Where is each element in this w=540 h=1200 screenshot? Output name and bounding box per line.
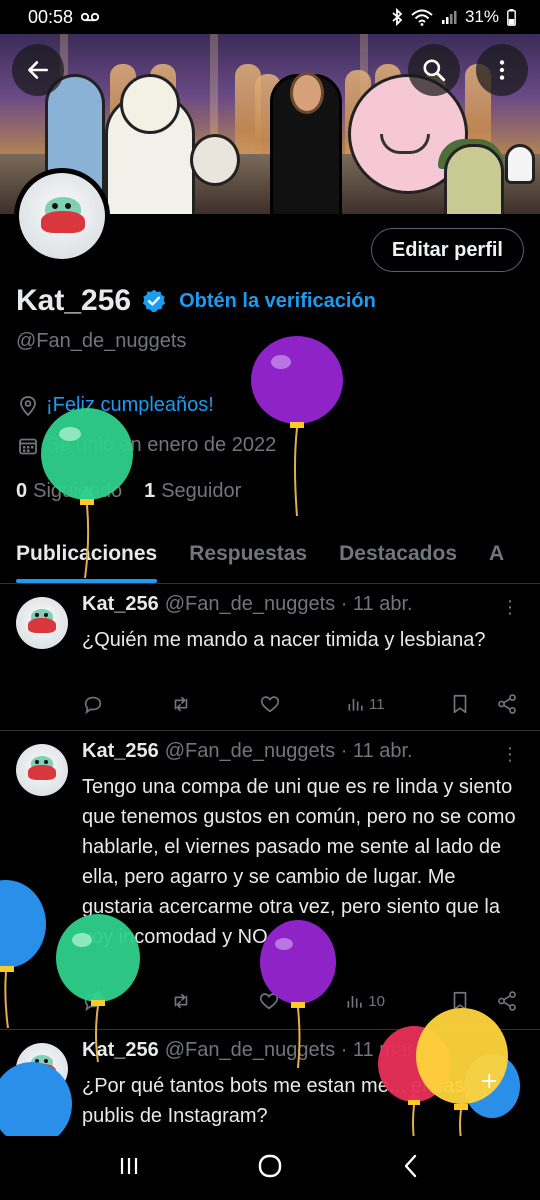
views-count: 10 (368, 992, 385, 1010)
voicemail-icon (81, 12, 100, 22)
tweet-3[interactable]: Kat_256 @Fan_de_nuggets · 11 mar. ¿Por qu… (0, 1031, 540, 1141)
search-icon (423, 59, 446, 82)
tweet-header: Kat_256 @Fan_de_nuggets · 11 abr. (82, 593, 413, 616)
status-time: 00:58 (28, 6, 74, 27)
views-chart-icon (348, 699, 363, 711)
battery-icon (507, 8, 516, 26)
tweet-author-name[interactable]: Kat_256 (82, 593, 159, 615)
signal-icon (441, 11, 457, 24)
recent-apps-button[interactable] (117, 1154, 141, 1183)
tweet-author-name[interactable]: Kat_256 (82, 740, 159, 762)
reply-button[interactable] (82, 693, 104, 715)
reply-icon (84, 993, 102, 1012)
repost-icon (175, 696, 188, 712)
joined-text: Se unió en enero de 2022 (46, 434, 277, 456)
like-button[interactable] (258, 990, 280, 1012)
share-icon (498, 694, 516, 714)
reply-icon (84, 696, 102, 715)
tab-posts[interactable]: Publicaciones (0, 528, 173, 583)
profile-tabs: Publicaciones Respuestas Destacados A (0, 528, 540, 584)
purple-balloon-icon (251, 336, 343, 517)
wifi-icon (411, 9, 433, 26)
edit-profile-button[interactable]: Editar perfil (370, 228, 524, 272)
status-bar: 00:58 31% (0, 0, 540, 34)
battery-percent: 31% (464, 7, 499, 26)
following-link[interactable]: 0 Siguiendo (16, 480, 122, 503)
repost-button[interactable] (169, 693, 193, 715)
tweet-actions: 10 (82, 990, 518, 1012)
profile-avatar[interactable] (14, 168, 110, 264)
follow-stats: 0 Siguiendo 1 Seguidor (16, 480, 241, 503)
bookmark-icon (453, 991, 467, 1011)
reply-button[interactable] (82, 990, 104, 1012)
tweet-2[interactable]: Kat_256 @Fan_de_nuggets · 11 abr. ⋮ Tengo… (0, 732, 540, 1030)
search-button[interactable] (408, 44, 460, 96)
chevron-left-icon (404, 1154, 416, 1177)
tweet-author-name[interactable]: Kat_256 (82, 1039, 159, 1061)
display-name: Kat_256 (16, 284, 132, 317)
repost-icon (174, 993, 188, 1009)
tweet-header: Kat_256 @Fan_de_nuggets · 11 abr. (82, 740, 413, 763)
tab-highlights[interactable]: Destacados (323, 528, 473, 583)
views-chart-icon (347, 996, 362, 1008)
share-button[interactable] (496, 693, 518, 715)
share-icon (498, 991, 516, 1011)
views-button[interactable]: 11 (346, 694, 385, 714)
back-button[interactable] (12, 44, 64, 96)
home-button[interactable] (256, 1152, 284, 1185)
tab-articles[interactable]: A (473, 528, 520, 583)
tab-replies[interactable]: Respuestas (173, 528, 323, 583)
tweet-actions-right (450, 990, 518, 1012)
tweet-handle-date: @Fan_de_nuggets · 11 abr. (164, 740, 413, 762)
arrow-left-icon (28, 61, 48, 79)
views-button[interactable]: 10 (345, 991, 385, 1011)
tweet-actions: 11 (82, 693, 518, 715)
bluetooth-icon (392, 8, 403, 26)
verified-badge-icon[interactable] (141, 288, 167, 314)
following-count: 0 (16, 480, 28, 502)
tweet-text: Tengo una compa de uni que es re linda y… (82, 776, 516, 948)
tweet-1[interactable]: Kat_256 @Fan_de_nuggets · 11 abr. ⋮ ¿Quié… (0, 585, 540, 731)
followers-count: 1 (144, 480, 156, 502)
tweet-more-icon[interactable]: ⋮ (501, 744, 519, 765)
name-row: Kat_256 Obtén la verificación (16, 284, 376, 318)
tweet-avatar[interactable] (16, 744, 68, 796)
heart-icon (260, 696, 279, 713)
views-count: 11 (369, 695, 385, 713)
tweet-header: Kat_256 @Fan_de_nuggets · 11 mar. (82, 1039, 418, 1062)
tweet-avatar[interactable] (16, 1043, 68, 1095)
tweet-text: ¿Quién me mando a nacer timida y lesbian… (82, 629, 486, 651)
birthday-text[interactable]: ¡Feliz cumpleaños! (46, 394, 214, 417)
system-nav-bar (0, 1136, 540, 1200)
location-pin-icon (20, 395, 36, 416)
followers-link[interactable]: 1 Seguidor (144, 480, 241, 503)
get-verified-link[interactable]: Obtén la verificación (179, 290, 376, 313)
bookmark-icon (453, 694, 467, 714)
more-vertical-icon (499, 60, 505, 80)
tweet-actions-right (450, 693, 518, 715)
followers-label: Seguidor (161, 480, 242, 502)
tweet-handle-date: @Fan_de_nuggets · 11 abr. (164, 593, 413, 615)
bookmark-button[interactable] (450, 693, 470, 715)
heart-icon (260, 993, 279, 1010)
birthday-row: ¡Feliz cumpleaños! (18, 394, 214, 417)
home-circle-icon (258, 1154, 282, 1177)
profile-handle: @Fan_de_nuggets (16, 330, 187, 352)
share-button[interactable] (496, 990, 518, 1012)
following-label: Siguiendo (33, 480, 123, 502)
like-button[interactable] (259, 693, 281, 715)
tweet-avatar[interactable] (16, 597, 68, 649)
recent-apps-icon (121, 1157, 138, 1174)
repost-button[interactable] (169, 990, 193, 1012)
calendar-icon (19, 438, 37, 454)
more-options-button[interactable] (476, 44, 528, 96)
avatar-car-image (41, 197, 85, 237)
tweet-handle-date: @Fan_de_nuggets · 11 mar. (164, 1039, 419, 1061)
back-nav-button[interactable] (399, 1152, 423, 1185)
tweet-more-icon[interactable]: ⋮ (501, 597, 519, 618)
joined-row: Se unió en enero de 2022 (18, 434, 276, 457)
bookmark-button[interactable] (450, 990, 470, 1012)
tweet-text: ¿Por qué tantos bots me estan me... en l… (82, 1075, 465, 1127)
